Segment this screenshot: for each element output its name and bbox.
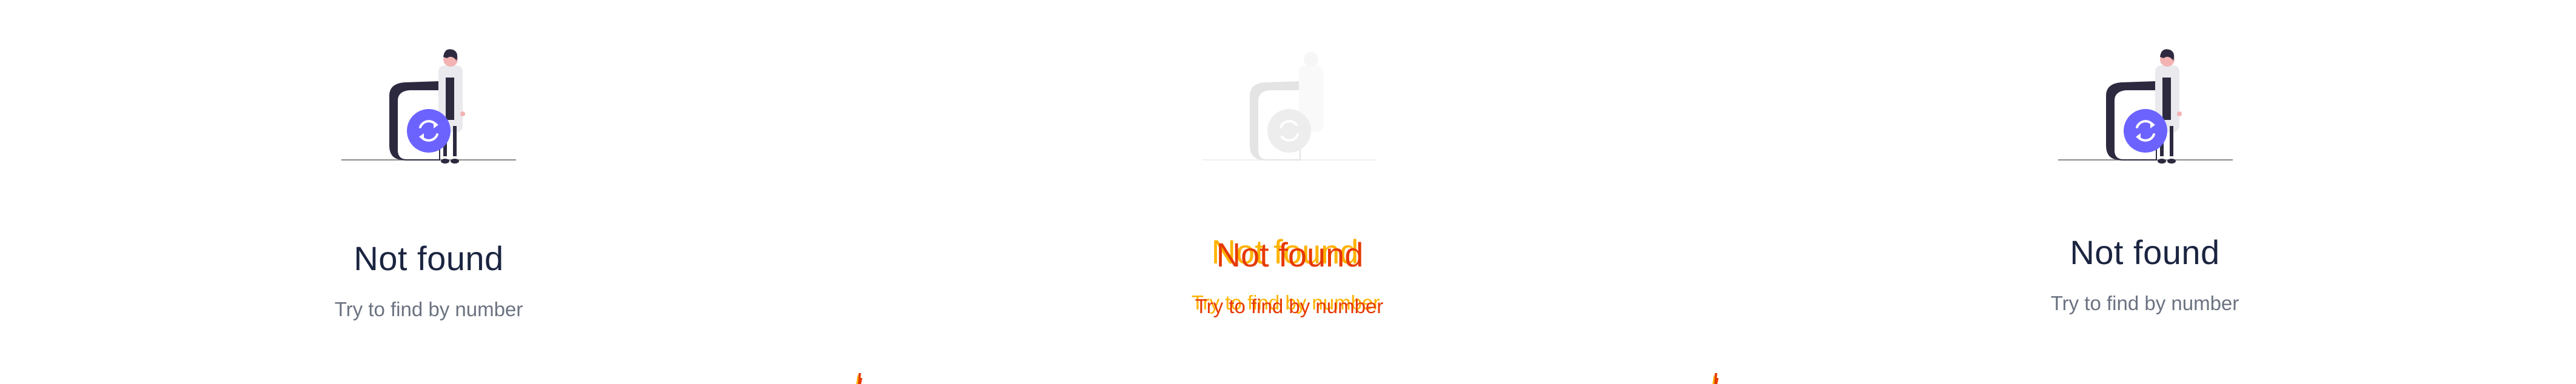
person-with-refresh-illustration (341, 49, 516, 164)
glitch-artifact (856, 373, 862, 384)
empty-state-panel-middle: Not found Not found Try to find by numbe… (859, 0, 1717, 384)
title-glitch-layer-red: Not found (1216, 236, 1364, 274)
screen: Not found Try to find by number Not foun… (0, 0, 2576, 384)
person-with-refresh-illustration (2058, 49, 2233, 164)
empty-state-title: Not found Not found (1106, 233, 1470, 276)
subtitle-glitch-layer-red: Try to find by number (1195, 295, 1384, 317)
empty-state-title: Not found (2070, 233, 2220, 271)
empty-state-subtitle: Try to find by number (2050, 292, 2239, 314)
empty-state-subtitle: Try to find by number Try to find by num… (1106, 291, 1470, 336)
empty-state-title: Not found (354, 239, 504, 277)
person-with-refresh-illustration-faded (1202, 52, 1377, 161)
empty-state-panel-right: Not found Try to find by number (1717, 0, 2576, 384)
empty-state-subtitle: Try to find by number (334, 298, 523, 320)
glitch-artifact (1712, 373, 1719, 384)
empty-state-panel-left: Not found Try to find by number (0, 0, 859, 384)
